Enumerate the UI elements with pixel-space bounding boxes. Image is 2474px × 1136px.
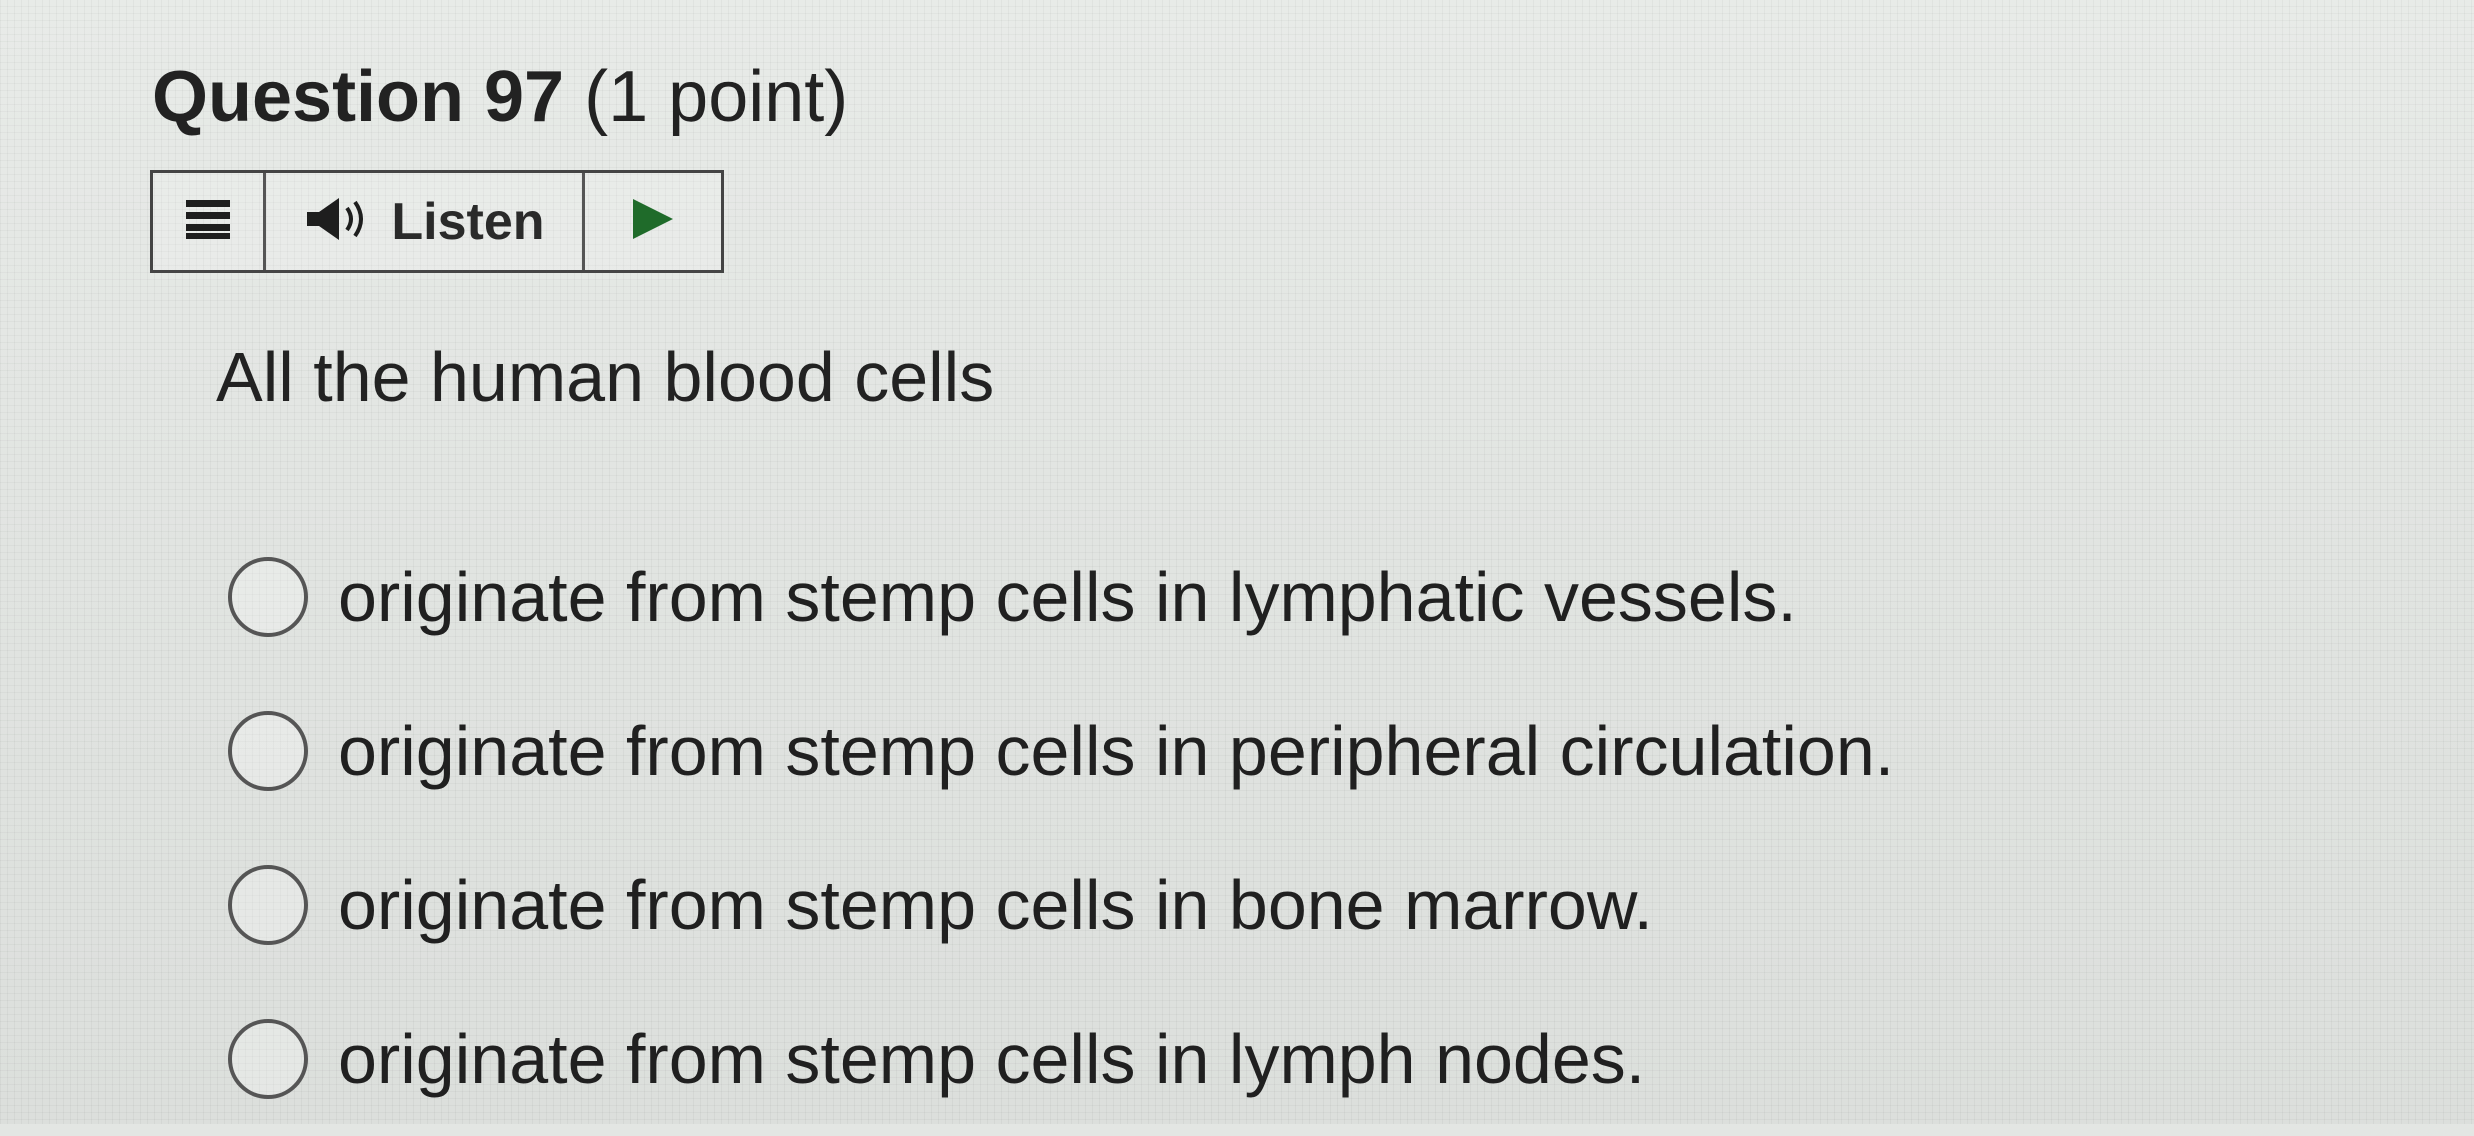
radio-button[interactable] [228, 865, 308, 945]
answer-options: originate from stemp cells in lymphatic … [228, 520, 1894, 1136]
radio-button[interactable] [228, 711, 308, 791]
answer-option-label: originate from stemp cells in lymph node… [338, 1020, 1646, 1098]
speaker-icon [303, 194, 373, 249]
answer-option-1[interactable]: originate from stemp cells in lymphatic … [228, 520, 1894, 674]
radio-button[interactable] [228, 557, 308, 637]
play-button[interactable] [585, 173, 721, 270]
listen-toolbar: Listen [150, 170, 724, 273]
play-icon [629, 196, 677, 247]
menu-button[interactable] [153, 173, 266, 270]
question-points: (1 point) [584, 57, 849, 137]
radio-button[interactable] [228, 1019, 308, 1099]
answer-option-3[interactable]: originate from stemp cells in bone marro… [228, 828, 1894, 982]
question-title: Question 97 (1 point) [152, 52, 848, 142]
hamburger-menu-icon [184, 198, 232, 245]
listen-button[interactable]: Listen [266, 173, 585, 270]
answer-option-2[interactable]: originate from stemp cells in peripheral… [228, 674, 1894, 828]
answer-option-label: originate from stemp cells in peripheral… [338, 712, 1895, 790]
question-number: Question 97 [152, 57, 565, 137]
listen-label: Listen [391, 192, 545, 251]
answer-option-4[interactable]: originate from stemp cells in lymph node… [228, 982, 1894, 1136]
answer-option-label: originate from stemp cells in lymphatic … [338, 558, 1797, 636]
question-stem: All the human blood cells [216, 338, 995, 416]
answer-option-label: originate from stemp cells in bone marro… [338, 866, 1653, 944]
